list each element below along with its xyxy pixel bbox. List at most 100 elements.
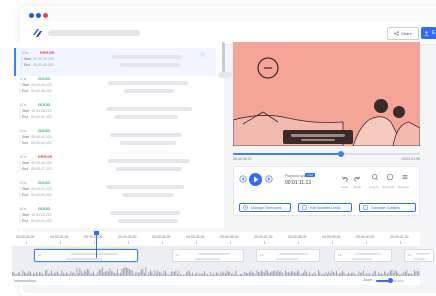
subtitle-text-placeholder[interactable] [124, 89, 174, 93]
subtitle-end-time[interactable]: ⏐ End 00:00:50.220 [19, 193, 52, 197]
export-button[interactable]: E [421, 27, 436, 39]
subtitle-row[interactable]: 16 ▸ GOOD ⏐ Start 00:00:50.220 ⏐ End 00:00:… [14, 204, 214, 228]
timeline-scrollbar[interactable] [14, 280, 36, 282]
search-icon[interactable] [371, 173, 379, 181]
subtitle-text-placeholder[interactable] [112, 55, 182, 59]
undo-icon[interactable] [341, 175, 349, 183]
subtitle-text-placeholder[interactable] [106, 185, 184, 189]
window-control-dot[interactable] [29, 13, 34, 18]
waveform-bar [147, 274, 148, 276]
waveform-bar [252, 272, 253, 276]
subtitle-start-time[interactable]: ⏐ Start 00:00:41.220 [19, 135, 52, 139]
video-progress-bar[interactable]: 00:00:33.23 00:01:21.00 [233, 150, 420, 161]
timeline-subtitle-clip[interactable]: 10 [34, 249, 138, 262]
playback-speed-badge[interactable]: 1.0X [305, 173, 316, 177]
video-frame-illustration [233, 57, 420, 146]
subtitle-end-time[interactable]: ⏐ End 00:00:44.220 [19, 141, 52, 145]
waveform-bar [226, 270, 228, 276]
subtitle-row[interactable]: 11 ▸ GOOD ⏐ Start 00:00:35.220 ⏐ End 00:00:… [14, 74, 214, 102]
waveform-bar [123, 268, 124, 276]
waveform-bar [210, 271, 211, 276]
subtitle-text-placeholder[interactable] [110, 211, 180, 215]
edit-subtitle-limits-button[interactable]: Edit Subtitles Limits [298, 203, 352, 212]
subtitle-start-time[interactable]: ⏐ Start 00:00:35.220 [19, 83, 52, 87]
waveform-bar [49, 272, 51, 276]
subtitle-row[interactable]: 10 ▸ ERROR ⏐ Start 00:00:33.200 ⏐ End 00:00… [14, 48, 216, 76]
shortcuts-icon[interactable] [386, 173, 394, 181]
subtitle-text-placeholder[interactable] [120, 141, 176, 145]
subtitle-end-time[interactable]: ⏐ End 00:00:38.220 [19, 89, 52, 93]
rewind-icon[interactable] [239, 175, 247, 183]
timeline-subtitle-clip[interactable]: 14 [404, 249, 434, 262]
subtitle-text-placeholder[interactable] [120, 63, 180, 67]
subtitle-text-placeholder[interactable] [116, 167, 182, 171]
subtitle-start-time[interactable]: ⏐ Start 00:00:38.220 [19, 109, 52, 113]
waveform-bar [31, 274, 33, 276]
timeline-subtitle-clip[interactable]: 12 [256, 249, 320, 262]
subtitle-text-placeholder[interactable] [114, 115, 178, 119]
waveform-bar [289, 273, 291, 276]
subtitle-list-scrollbar[interactable] [222, 42, 225, 72]
subtitle-row[interactable]: 12 ▸ GOOD ⏐ Start 00:00:38.220 ⏐ End 00:00:… [14, 100, 214, 128]
timeline-subtitle-clip[interactable]: 13 [334, 249, 392, 262]
subtitle-end-time[interactable]: ⏐ End 00:00:47.220 [19, 167, 52, 171]
progress-handle[interactable] [338, 151, 344, 157]
zoom-slider-handle[interactable] [388, 278, 393, 283]
timeline-subtitle-clip[interactable]: 11 [172, 249, 244, 262]
waveform-bar [243, 274, 244, 276]
waveform-bar [73, 272, 75, 276]
app-logo-icon[interactable] [30, 26, 44, 40]
panel-resize-handle[interactable] [218, 72, 232, 78]
waveform-bar [390, 270, 391, 276]
waveform-bar [297, 270, 298, 276]
clip-text-placeholder [279, 253, 308, 255]
waveform-bar [117, 269, 118, 276]
subtitle-start-time[interactable]: ⏐ Start 00:00:33.200 [21, 57, 54, 61]
play-button[interactable] [249, 173, 262, 186]
timeline-ruler-label: 00:00:34.00 [152, 235, 171, 239]
window-control-dot[interactable] [36, 13, 41, 18]
waveform-bar [60, 274, 61, 276]
subtitle-start-time[interactable]: ⏐ Start 00:00:47.220 [19, 187, 52, 191]
subtitle-start-time[interactable]: ⏐ Start 00:00:50.220 [19, 213, 52, 217]
subtitle-text-placeholder[interactable] [108, 81, 188, 85]
manage-timecodes-button[interactable]: Manage Timecodes [239, 203, 291, 212]
waveform-bar [55, 272, 57, 276]
play-icon [254, 176, 259, 183]
waveform-bar [214, 274, 216, 276]
waveform-bar [379, 273, 381, 276]
subtitle-row[interactable]: 14 ▸ ERROR ⏐ Start 00:00:44.220 ⏐ End 00:00… [14, 152, 214, 180]
subtitle-end-time[interactable]: ⏐ End 00:00:35.200 [21, 63, 54, 67]
waveform-bar [46, 270, 48, 276]
subtitle-options-icon[interactable] [200, 52, 205, 57]
subtitle-row[interactable]: 15 ▸ GOOD ⏐ Start 00:00:47.220 ⏐ End 00:00:… [14, 178, 214, 206]
window-close-dot[interactable] [43, 13, 48, 18]
timeline-ruler-label: 00:00:41.00 [390, 235, 409, 239]
waveform-bar [150, 270, 151, 276]
share-icon [394, 31, 399, 36]
waveform-bar [250, 270, 252, 276]
waveform-bar [25, 272, 27, 276]
share-button[interactable]: Share [387, 27, 419, 40]
waveform-bar [222, 272, 223, 276]
subtitle-text-placeholder[interactable] [122, 193, 174, 197]
subtitle-end-time[interactable]: ⏐ End 00:00:53.220 [19, 219, 52, 223]
waveform-bar [325, 271, 327, 276]
subtitle-text-placeholder[interactable] [106, 107, 192, 111]
waveform-bar [276, 272, 277, 276]
waveform-bar [220, 271, 222, 276]
waveform-bar [36, 271, 37, 276]
forward-icon[interactable] [265, 175, 273, 183]
redo-icon[interactable] [353, 175, 361, 183]
subtitle-text-placeholder[interactable] [108, 159, 190, 163]
translate-subtitles-button[interactable]: Translate Subtitles [359, 203, 416, 212]
waveform-bar [90, 273, 91, 276]
subtitle-end-time[interactable]: ⏐ End 00:00:41.220 [19, 115, 52, 119]
settings-icon[interactable] [401, 173, 409, 181]
subtitle-row[interactable]: 13 ▸ GOOD ⏐ Start 00:00:41.220 ⏐ End 00:00:… [14, 126, 214, 154]
video-player[interactable] [233, 42, 420, 146]
waveform-bar [132, 270, 133, 276]
subtitle-text-placeholder[interactable] [110, 133, 182, 137]
subtitle-start-time[interactable]: ⏐ Start 00:00:44.220 [19, 161, 52, 165]
subtitle-text-placeholder[interactable] [118, 219, 178, 223]
